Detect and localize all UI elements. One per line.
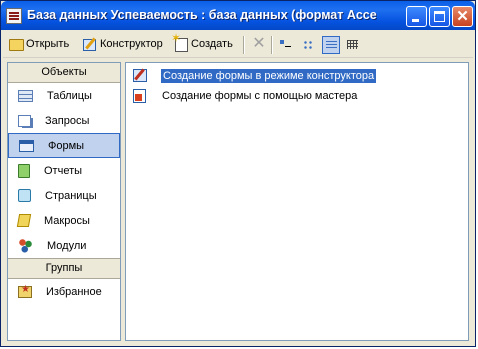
open-button-label: Открыть [26,38,70,50]
sidebar-item-queries[interactable]: Запросы [8,108,120,133]
macros-icon [16,214,32,227]
queries-icon [18,114,31,127]
pages-icon [18,189,31,202]
database-window: База данных Успеваемость : база данных (… [0,0,476,347]
sidebar-item-label: Запросы [45,114,90,127]
sidebar-item-favorites[interactable]: Избранное [8,279,120,304]
view-small-icons-button[interactable] [300,36,318,54]
view-large-icons-button[interactable] [277,36,295,54]
details-view-icon [347,40,358,49]
open-folder-icon [9,39,24,51]
toolbar-separator [271,36,273,54]
tables-icon [18,89,33,102]
view-list-button[interactable] [322,36,340,54]
title-bar[interactable]: База данных Успеваемость : база данных (… [1,1,475,30]
close-button[interactable]: ✕ [452,6,473,27]
toolbar: Открыть Конструктор Создать ✕ [3,31,473,58]
sidebar-item-pages[interactable]: Страницы [8,183,120,208]
sidebar-item-label: Отчеты [44,164,83,177]
sidebar-item-label: Модули [47,239,87,252]
list-view-icon [326,41,337,50]
objects-group-header[interactable]: Объекты [8,63,120,83]
minimize-icon [412,19,419,22]
form-design-icon [133,69,147,82]
sidebar-item-modules[interactable]: Модули [8,233,120,258]
forms-icon [19,139,34,152]
objects-bar: Объекты Таблицы Запросы Формы Отчеты Стр… [7,62,121,341]
reports-icon [18,163,30,178]
sidebar-item-label: Макросы [44,214,90,227]
create-button-label: Создать [191,38,233,50]
window-title: База данных Успеваемость : база данных (… [27,8,377,22]
database-app-icon[interactable] [6,8,22,24]
new-object-icon [171,31,189,52]
design-button[interactable]: Конструктор [82,35,163,53]
toolbar-separator [243,36,245,54]
design-icon [82,37,98,51]
small-icons-view-icon [303,40,314,49]
design-button-label: Конструктор [100,38,163,50]
view-details-button[interactable] [344,36,362,54]
sidebar-item-tables[interactable]: Таблицы [8,83,120,108]
list-item-form-wizard[interactable]: Создание формы с помощью мастера [133,87,359,104]
sidebar-item-label: Страницы [45,189,97,202]
maximize-button[interactable] [429,6,450,27]
create-button[interactable]: Создать [171,31,233,53]
large-icons-view-icon [280,40,291,49]
delete-icon[interactable]: ✕ [251,36,267,52]
objects-list: Создание формы в режиме конструктора Соз… [125,62,469,341]
form-wizard-icon [133,88,146,103]
close-icon: ✕ [456,8,469,25]
sidebar-item-label: Избранное [46,285,102,298]
sidebar-item-reports[interactable]: Отчеты [8,158,120,183]
sidebar-item-forms[interactable]: Формы [8,133,120,158]
list-item-label: Создание формы в режиме конструктора [161,68,377,83]
sidebar-item-label: Формы [48,139,85,152]
list-item-label: Создание формы с помощью мастера [162,89,358,102]
sidebar-item-label: Таблицы [47,89,92,102]
sidebar-item-macros[interactable]: Макросы [8,208,120,233]
modules-icon [18,238,33,253]
favorites-icon [18,284,32,298]
maximize-icon [434,11,445,22]
open-button[interactable]: Открыть [9,35,69,53]
minimize-button[interactable] [406,6,427,27]
groups-group-header[interactable]: Группы [8,258,120,279]
list-item-form-design[interactable]: Создание формы в режиме конструктора [133,67,377,84]
